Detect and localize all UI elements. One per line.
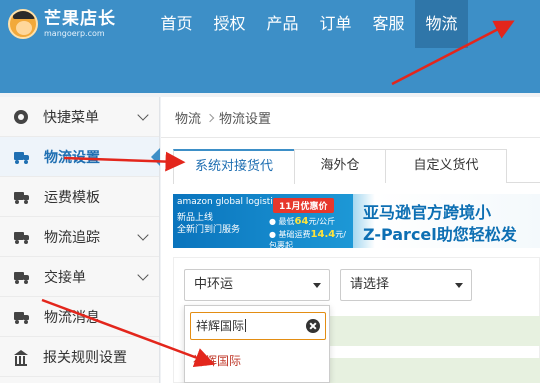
chevron-right-icon [205,113,215,122]
carrier-dropdown: 祥辉国际 祥辉国际 [184,305,330,383]
main-panel: 物流 物流设置 系统对接货代 海外仓 自定义货代 amazon global l… [161,97,540,383]
logo-domain: mangoerp.com [44,28,105,38]
sidebar-item-shipping-template[interactable]: 运费模板 [0,177,159,217]
banner-line1: 新品上线 [177,213,214,223]
breadcrumb: 物流 物流设置 [175,108,271,127]
main-nav: 首页 授权 产品 订单 客服 物流 [150,0,468,48]
carrier-search-input[interactable]: 祥辉国际 [190,312,326,340]
truck-icon [14,270,29,284]
sidebar-item-shortcuts[interactable]: 快捷菜单 [0,97,159,137]
banner-line2: 全新门到门服务 [177,225,241,235]
sidebar-item-label: 交接单 [44,269,86,286]
truck-icon [14,310,29,324]
chevron-down-icon [137,229,149,241]
filter-panel: 中环运 请选择 祥辉国际 祥辉国际 [173,257,540,383]
promo-banner[interactable]: amazon global logistics 新品上线 全新门到门服务 11月… [173,194,540,248]
sidebar-item-label: 物流追踪 [44,229,100,246]
nav-customer-service[interactable]: 客服 [362,0,415,48]
banner-price2: ● 基础运费14.4元/包裹起 [269,229,346,248]
banner-headline2: Z-Parcel助您轻松发 [363,225,517,244]
sidebar-item-label: 物流消息 [44,309,100,326]
banner-intro: 新品上线 全新门到门服务 [177,212,240,236]
truck-icon [14,230,29,244]
nav-orders[interactable]: 订单 [309,0,362,48]
nav-home[interactable]: 首页 [150,0,203,48]
carrier-select[interactable]: 中环运 [184,269,330,301]
dropdown-option[interactable]: 祥辉国际 [193,352,241,369]
sidebar-item-label: 报关规则设置 [43,349,127,366]
banner-price1: ● 最低64元/公斤 [269,216,336,227]
search-input-value: 祥辉国际 [196,319,245,333]
active-indicator [151,148,160,166]
sidebar-item-label: 运费模板 [44,189,100,206]
secondary-select[interactable]: 请选择 [340,269,472,301]
sidebar: 快捷菜单 物流设置 运费模板 物流追踪 交接单 物流消息 报关规则设置 [0,97,160,383]
divider [161,137,540,138]
mango-mascot-icon [8,9,38,39]
banner-tag: 11月优惠价 [273,198,334,213]
sidebar-item-logistics-settings[interactable]: 物流设置 [0,137,160,177]
nav-logistics[interactable]: 物流 [415,0,468,48]
nav-products[interactable]: 产品 [256,0,309,48]
sidebar-item-customs-rules[interactable]: 报关规则设置 [0,337,159,377]
tab-system-forwarders[interactable]: 系统对接货代 [173,149,295,184]
chevron-down-icon [137,109,149,121]
tab-bar: 系统对接货代 海外仓 自定义货代 [173,149,540,184]
sidebar-item-label: 物流设置 [44,149,100,166]
gear-icon [14,109,28,124]
top-navigation-bar: 芒果店长 mangoerp.com 首页 授权 产品 订单 客服 物流 [0,0,540,48]
breadcrumb-item[interactable]: 物流 [175,108,201,127]
bank-icon [14,349,28,366]
banner-headline1: 亚马逊官方跨境小 [363,203,492,222]
truck-icon [14,190,29,204]
sidebar-item-tracking[interactable]: 物流追踪 [0,217,159,257]
carrier-select-value: 中环运 [194,277,234,292]
logo[interactable]: 芒果店长 mangoerp.com [8,6,116,42]
caret-down-icon [313,283,321,288]
sidebar-item-logistics-messages[interactable]: 物流消息 [0,297,159,337]
banner-left-panel: amazon global logistics 新品上线 全新门到门服务 11月… [173,194,353,248]
header-band [0,48,540,93]
clear-icon[interactable] [306,319,320,333]
secondary-select-value: 请选择 [350,277,390,292]
tab-overseas-warehouse[interactable]: 海外仓 [294,149,386,183]
breadcrumb-item: 物流设置 [219,112,272,127]
nav-authorization[interactable]: 授权 [203,0,256,48]
truck-icon [14,150,29,164]
logo-name: 芒果店长 [44,8,116,29]
sidebar-item-label: 快捷菜单 [43,109,99,126]
sidebar-item-handover[interactable]: 交接单 [0,257,159,297]
chevron-down-icon [137,269,149,281]
tab-custom-forwarder[interactable]: 自定义货代 [385,149,507,183]
caret-down-icon [455,283,463,288]
banner-brand: amazon global logistics [177,197,283,207]
